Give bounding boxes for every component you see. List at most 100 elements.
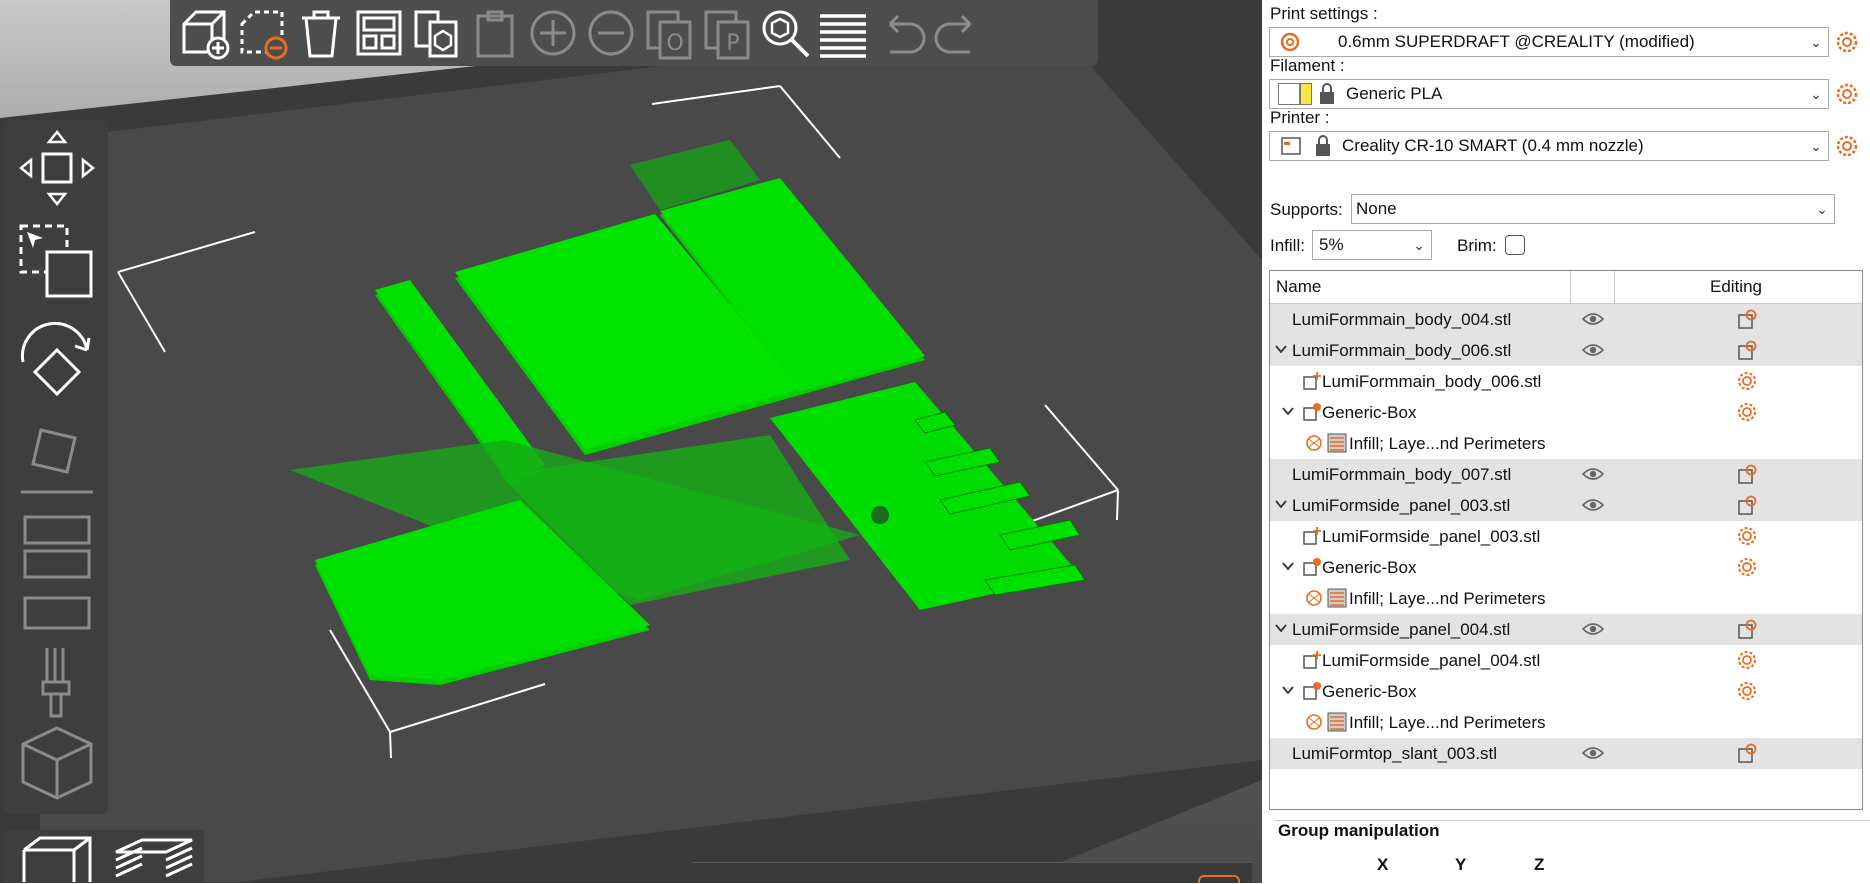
move-tool[interactable] bbox=[12, 126, 102, 210]
svg-text:O: O bbox=[666, 31, 683, 56]
gear-icon[interactable] bbox=[1736, 401, 1758, 423]
paste-button[interactable] bbox=[466, 2, 524, 64]
list-item[interactable]: LumiFormmain_body_007.stl bbox=[1270, 459, 1862, 490]
eye-icon[interactable] bbox=[1582, 341, 1604, 359]
print-bed-surface bbox=[40, 20, 1262, 883]
undo-icon bbox=[888, 14, 926, 54]
printer-gear-icon[interactable] bbox=[1835, 134, 1859, 158]
rotate-icon bbox=[20, 321, 91, 397]
seam-tool[interactable] bbox=[12, 720, 102, 804]
add-instance-button[interactable] bbox=[524, 2, 582, 64]
eye-icon[interactable] bbox=[1582, 310, 1604, 328]
list-item[interactable]: Generic-Box bbox=[1270, 676, 1862, 707]
brim-checkbox[interactable] bbox=[1505, 235, 1525, 255]
list-item[interactable]: LumiFormmain_body_004.stl bbox=[1270, 304, 1862, 335]
notification-close-icon[interactable] bbox=[1198, 875, 1240, 883]
layers-icon bbox=[1327, 433, 1347, 453]
list-item[interactable]: LumiFormtop_slant_003.stl bbox=[1270, 738, 1862, 769]
list-item[interactable]: Infill; Laye...nd Perimeters bbox=[1270, 583, 1862, 614]
list-item[interactable]: Infill; Laye...nd Perimeters bbox=[1270, 707, 1862, 738]
chevron-down-icon: ⌄ bbox=[1816, 200, 1828, 217]
redo-button[interactable] bbox=[930, 2, 988, 64]
list-item[interactable]: LumiFormside_panel_003.stl bbox=[1270, 521, 1862, 552]
paste-icon bbox=[476, 10, 514, 58]
object-edit-icon[interactable] bbox=[1736, 339, 1758, 361]
list-item[interactable]: LumiFormside_panel_004.stl bbox=[1270, 614, 1862, 645]
filament-combo[interactable]: Generic PLA ⌄ bbox=[1269, 79, 1829, 109]
chevron-down-icon[interactable] bbox=[1281, 404, 1295, 418]
eye-icon[interactable] bbox=[1582, 465, 1604, 483]
object-edit-icon[interactable] bbox=[1736, 742, 1758, 764]
list-item[interactable]: Generic-Box bbox=[1270, 552, 1862, 583]
print-settings-gear-icon[interactable] bbox=[1835, 30, 1859, 54]
group-manipulation-panel: Group manipulation X Y Z bbox=[1274, 820, 1870, 884]
list-item-name: LumiFormmain_body_006.stl bbox=[1292, 341, 1512, 360]
chevron-down-icon[interactable] bbox=[1281, 683, 1295, 697]
paint-tool[interactable] bbox=[12, 640, 102, 724]
undo-button[interactable] bbox=[872, 2, 930, 64]
chevron-down-icon: ⌄ bbox=[1810, 33, 1822, 50]
svg-text:P: P bbox=[726, 31, 739, 56]
editing-column-header[interactable]: Editing bbox=[1710, 277, 1762, 297]
delete-all-button[interactable] bbox=[292, 2, 350, 64]
chevron-down-icon[interactable] bbox=[1281, 559, 1295, 573]
brim-label: Brim: bbox=[1457, 236, 1497, 255]
main-toolbar: O P bbox=[170, 0, 1098, 66]
scene-canvas[interactable] bbox=[0, 0, 1262, 883]
infill-combo[interactable]: 5% ⌄ bbox=[1312, 230, 1432, 260]
chevron-down-icon[interactable] bbox=[1274, 342, 1288, 356]
axis-x-label: X bbox=[1377, 855, 1389, 874]
rotate-tool[interactable] bbox=[12, 320, 102, 404]
settings-icon bbox=[1306, 714, 1322, 730]
sidebar: Print settings : 0.6mm SUPERDRAFT @CREAL… bbox=[1262, 0, 1870, 883]
list-item-name: Infill; Laye...nd Perimeters bbox=[1349, 434, 1546, 453]
delete-button[interactable] bbox=[234, 2, 292, 64]
select-tool[interactable] bbox=[12, 220, 102, 304]
filament-gear-icon[interactable] bbox=[1835, 82, 1859, 106]
view-3d-button[interactable] bbox=[4, 830, 104, 883]
gear-icon[interactable] bbox=[1736, 370, 1758, 392]
split-objects-button[interactable]: O bbox=[640, 2, 698, 64]
name-column-header[interactable]: Name bbox=[1276, 277, 1321, 297]
list-item[interactable]: LumiFormside_panel_004.stl bbox=[1270, 645, 1862, 676]
eye-icon[interactable] bbox=[1582, 496, 1604, 514]
eye-icon[interactable] bbox=[1582, 620, 1604, 638]
printer-combo[interactable]: Creality CR-10 SMART (0.4 mm nozzle) ⌄ bbox=[1269, 131, 1829, 161]
gear-icon[interactable] bbox=[1736, 525, 1758, 547]
cut-tool[interactable] bbox=[12, 505, 102, 589]
3d-viewport[interactable]: O P bbox=[0, 0, 1262, 883]
place-on-face-tool[interactable] bbox=[12, 418, 102, 502]
list-item[interactable]: LumiFormmain_body_006.stl bbox=[1270, 366, 1862, 397]
eye-icon[interactable] bbox=[1582, 744, 1604, 762]
copy-icon bbox=[414, 10, 458, 58]
layers-editing-button[interactable] bbox=[814, 2, 872, 64]
chevron-down-icon: ⌄ bbox=[1810, 137, 1822, 154]
object-edit-icon[interactable] bbox=[1736, 618, 1758, 640]
print-settings-combo[interactable]: 0.6mm SUPERDRAFT @CREALITY (modified) ⌄ bbox=[1269, 27, 1829, 57]
list-item[interactable]: Infill; Laye...nd Perimeters bbox=[1270, 428, 1862, 459]
arrange-button[interactable] bbox=[350, 2, 408, 64]
object-list-header: Name Editing bbox=[1270, 271, 1862, 304]
remove-instance-button[interactable] bbox=[582, 2, 640, 64]
gear-icon[interactable] bbox=[1736, 649, 1758, 671]
gear-icon[interactable] bbox=[1736, 680, 1758, 702]
group-manipulation-title: Group manipulation bbox=[1278, 821, 1440, 840]
object-list: Name Editing LumiFormmain_body_004.stl Lu… bbox=[1269, 270, 1863, 810]
object-edit-icon[interactable] bbox=[1736, 463, 1758, 485]
chevron-down-icon[interactable] bbox=[1274, 621, 1288, 635]
list-item[interactable]: Generic-Box bbox=[1270, 397, 1862, 428]
list-item[interactable]: LumiFormmain_body_006.stl bbox=[1270, 335, 1862, 366]
object-edit-icon[interactable] bbox=[1736, 308, 1758, 330]
view-preview-button[interactable] bbox=[104, 830, 204, 883]
copy-button[interactable] bbox=[408, 2, 466, 64]
search-button[interactable] bbox=[756, 2, 814, 64]
chevron-down-icon[interactable] bbox=[1274, 497, 1288, 511]
object-edit-icon[interactable] bbox=[1736, 494, 1758, 516]
lock-icon bbox=[1316, 135, 1330, 156]
list-item-name: LumiFormside_panel_003.stl bbox=[1292, 496, 1511, 515]
supports-combo[interactable]: None ⌄ bbox=[1351, 194, 1835, 224]
gear-icon[interactable] bbox=[1736, 556, 1758, 578]
add-button[interactable] bbox=[176, 2, 234, 64]
list-item[interactable]: LumiFormside_panel_003.stl bbox=[1270, 490, 1862, 521]
split-parts-button[interactable]: P bbox=[698, 2, 756, 64]
